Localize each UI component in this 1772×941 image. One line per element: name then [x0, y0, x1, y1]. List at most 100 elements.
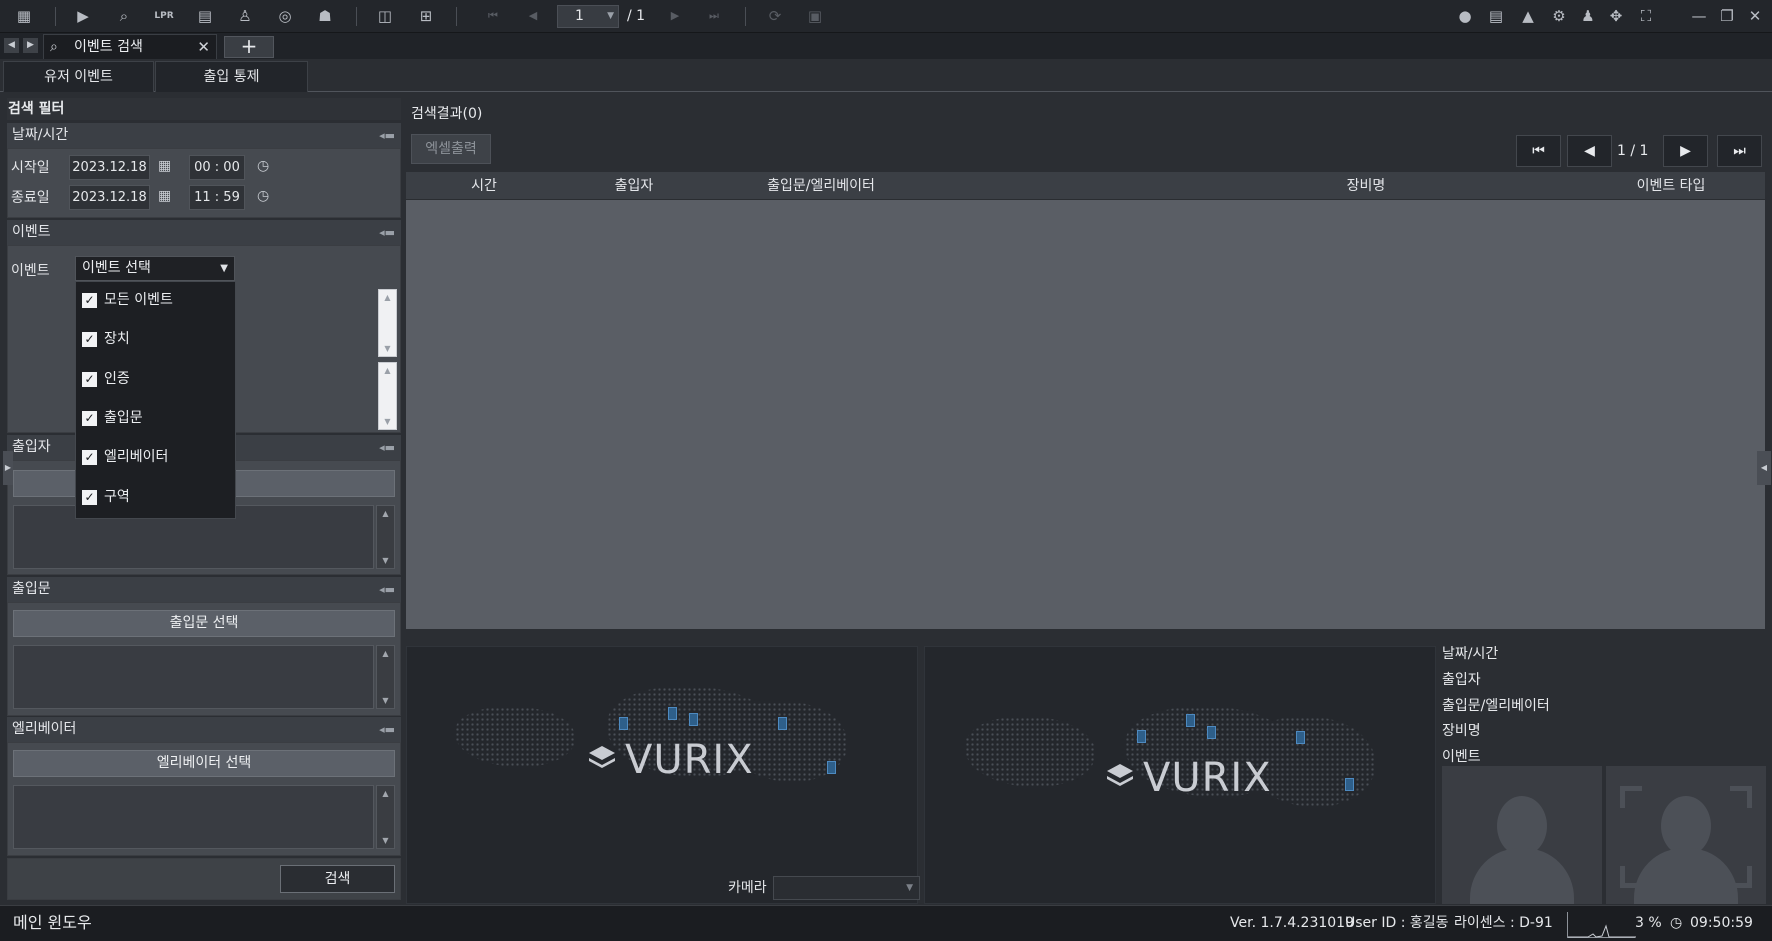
- results-table-body[interactable]: [406, 200, 1765, 629]
- calendar-icon[interactable]: ▦: [158, 158, 171, 174]
- video-preview-left[interactable]: VURIX: [406, 646, 918, 904]
- event-option[interactable]: ✓ 출입문: [82, 407, 143, 429]
- next-page-icon[interactable]: ▶: [663, 5, 687, 27]
- clock-icon[interactable]: ◷: [257, 188, 269, 204]
- start-time-field[interactable]: 00 : 00: [189, 155, 245, 180]
- person-list-scrollbar[interactable]: ▲ ▼: [376, 505, 395, 569]
- column-header-door[interactable]: 출입문/엘리베이터: [706, 172, 936, 200]
- next-page-button[interactable]: ▶: [1663, 135, 1708, 167]
- playback-search-icon[interactable]: ⌕: [112, 5, 136, 27]
- last-page-icon[interactable]: ⏭: [702, 5, 726, 27]
- user-icon[interactable]: ♟: [1576, 5, 1600, 27]
- bicycle-icon[interactable]: ◎: [273, 5, 297, 27]
- page-number-input[interactable]: 1 ▼: [557, 5, 619, 28]
- collapse-icon[interactable]: ◂▬: [379, 123, 395, 148]
- collapse-icon[interactable]: ◂▬: [379, 220, 395, 245]
- restore-icon[interactable]: ❐: [1715, 5, 1739, 27]
- scroll-up-icon[interactable]: ▲: [377, 509, 394, 518]
- play-icon[interactable]: ▶: [71, 5, 95, 27]
- tab-access-control[interactable]: 출입 통제: [155, 61, 308, 92]
- right-panel-collapse-handle[interactable]: ◀: [1757, 451, 1771, 485]
- layout-icon[interactable]: ▤: [193, 5, 217, 27]
- event-option[interactable]: ✓ 모든 이벤트: [82, 289, 173, 311]
- door-select-button[interactable]: 출입문 선택: [13, 610, 395, 637]
- checkbox-checked-icon[interactable]: ✓: [82, 411, 97, 426]
- refresh-icon[interactable]: ⟳: [763, 5, 787, 27]
- first-page-button[interactable]: ⏮: [1516, 135, 1561, 167]
- elevator-list-scrollbar[interactable]: ▲ ▼: [376, 785, 395, 849]
- notice-icon[interactable]: ▤: [1484, 5, 1508, 27]
- grid-icon[interactable]: ▦: [12, 5, 36, 27]
- checkbox-checked-icon[interactable]: ✓: [82, 372, 97, 387]
- checkbox-checked-icon[interactable]: ✓: [82, 293, 97, 308]
- event-select[interactable]: 이벤트 선택 ▼: [75, 256, 235, 281]
- calendar-refresh-icon[interactable]: ▣: [803, 5, 827, 27]
- chevron-down-icon[interactable]: ▼: [220, 257, 228, 280]
- chevron-down-icon[interactable]: ▼: [607, 6, 614, 27]
- column-header-event-type[interactable]: 이벤트 타입: [1506, 172, 1772, 200]
- avatar-body-shape: [1470, 848, 1574, 904]
- add-screen-icon[interactable]: ⊞: [414, 5, 438, 27]
- scroll-up-icon[interactable]: ▲: [379, 366, 396, 375]
- elevator-list[interactable]: [13, 785, 374, 849]
- column-header-device[interactable]: 장비명: [1306, 172, 1426, 200]
- minimize-icon[interactable]: —: [1687, 5, 1711, 27]
- settings-icon[interactable]: ⚙: [1547, 5, 1571, 27]
- tab-user-event[interactable]: 유저 이벤트: [3, 61, 154, 92]
- checkbox-checked-icon[interactable]: ✓: [82, 490, 97, 505]
- clock-icon[interactable]: ◷: [257, 158, 269, 174]
- prev-page-icon[interactable]: ◀: [521, 5, 545, 27]
- checkbox-checked-icon[interactable]: ✓: [82, 332, 97, 347]
- tab-event-search[interactable]: ⌕ 이벤트 검색 ✕: [43, 34, 217, 59]
- last-page-button[interactable]: ⏭: [1717, 135, 1762, 167]
- person-search-icon[interactable]: ♙: [233, 5, 257, 27]
- collapse-icon[interactable]: ◂▬: [379, 717, 395, 742]
- scroll-down-icon[interactable]: ▼: [379, 344, 396, 353]
- alarm-icon[interactable]: ▲: [1516, 5, 1540, 27]
- end-time-field[interactable]: 11 : 59: [189, 185, 245, 210]
- scroll-up-icon[interactable]: ▲: [377, 649, 394, 658]
- fullscreen-icon[interactable]: ⛶: [1634, 5, 1658, 27]
- scroll-up-icon[interactable]: ▲: [379, 293, 396, 302]
- tab-scroll-left-icon[interactable]: ◀: [4, 38, 19, 53]
- door-list[interactable]: [13, 645, 374, 709]
- scroll-down-icon[interactable]: ▼: [377, 836, 394, 845]
- event-list-scrollbar[interactable]: ▲ ▼: [378, 289, 397, 357]
- camera-select[interactable]: ▼: [773, 876, 920, 900]
- prev-page-button[interactable]: ◀: [1567, 135, 1612, 167]
- chat-icon[interactable]: ●: [1453, 5, 1477, 27]
- checkbox-checked-icon[interactable]: ✓: [82, 450, 97, 465]
- excel-export-button[interactable]: 엑셀출력: [411, 134, 491, 164]
- user-map-icon[interactable]: ☗: [313, 5, 337, 27]
- scroll-down-icon[interactable]: ▼: [377, 556, 394, 565]
- event-option[interactable]: ✓ 구역: [82, 486, 130, 508]
- close-tab-icon[interactable]: ✕: [197, 35, 210, 59]
- collapse-icon[interactable]: ◂▬: [379, 435, 395, 460]
- column-header-person[interactable]: 출입자: [564, 172, 704, 200]
- event-option[interactable]: ✓ 인증: [82, 368, 130, 390]
- split-view-icon[interactable]: ◫: [373, 5, 397, 27]
- door-list-scrollbar[interactable]: ▲ ▼: [376, 645, 395, 709]
- event-list-scrollbar[interactable]: ▲ ▼: [378, 362, 397, 430]
- close-icon[interactable]: ✕: [1743, 5, 1767, 27]
- elevator-select-button[interactable]: 엘리베이터 선택: [13, 750, 395, 777]
- scroll-down-icon[interactable]: ▼: [377, 696, 394, 705]
- video-preview-right[interactable]: VURIX: [924, 646, 1436, 904]
- add-tab-button[interactable]: +: [224, 36, 274, 58]
- search-button[interactable]: 검색: [280, 865, 395, 893]
- first-page-icon[interactable]: ⏮: [481, 5, 505, 27]
- scroll-up-icon[interactable]: ▲: [377, 789, 394, 798]
- start-date-field[interactable]: 2023.12.18: [69, 155, 150, 180]
- chevron-down-icon[interactable]: ▼: [906, 883, 913, 893]
- column-header-time[interactable]: 시간: [424, 172, 544, 200]
- end-date-field[interactable]: 2023.12.18: [69, 185, 150, 210]
- scroll-down-icon[interactable]: ▼: [379, 417, 396, 426]
- collapse-icon[interactable]: ◂▬: [379, 577, 395, 602]
- event-option[interactable]: ✓ 장치: [82, 328, 130, 350]
- move-icon[interactable]: ✥: [1604, 5, 1628, 27]
- tab-scroll-right-icon[interactable]: ▶: [23, 38, 38, 53]
- event-option[interactable]: ✓ 엘리베이터: [82, 446, 168, 468]
- calendar-icon[interactable]: ▦: [158, 188, 171, 204]
- left-panel-collapse-handle[interactable]: ▶: [3, 451, 13, 485]
- lpr-icon[interactable]: LPR: [152, 5, 176, 27]
